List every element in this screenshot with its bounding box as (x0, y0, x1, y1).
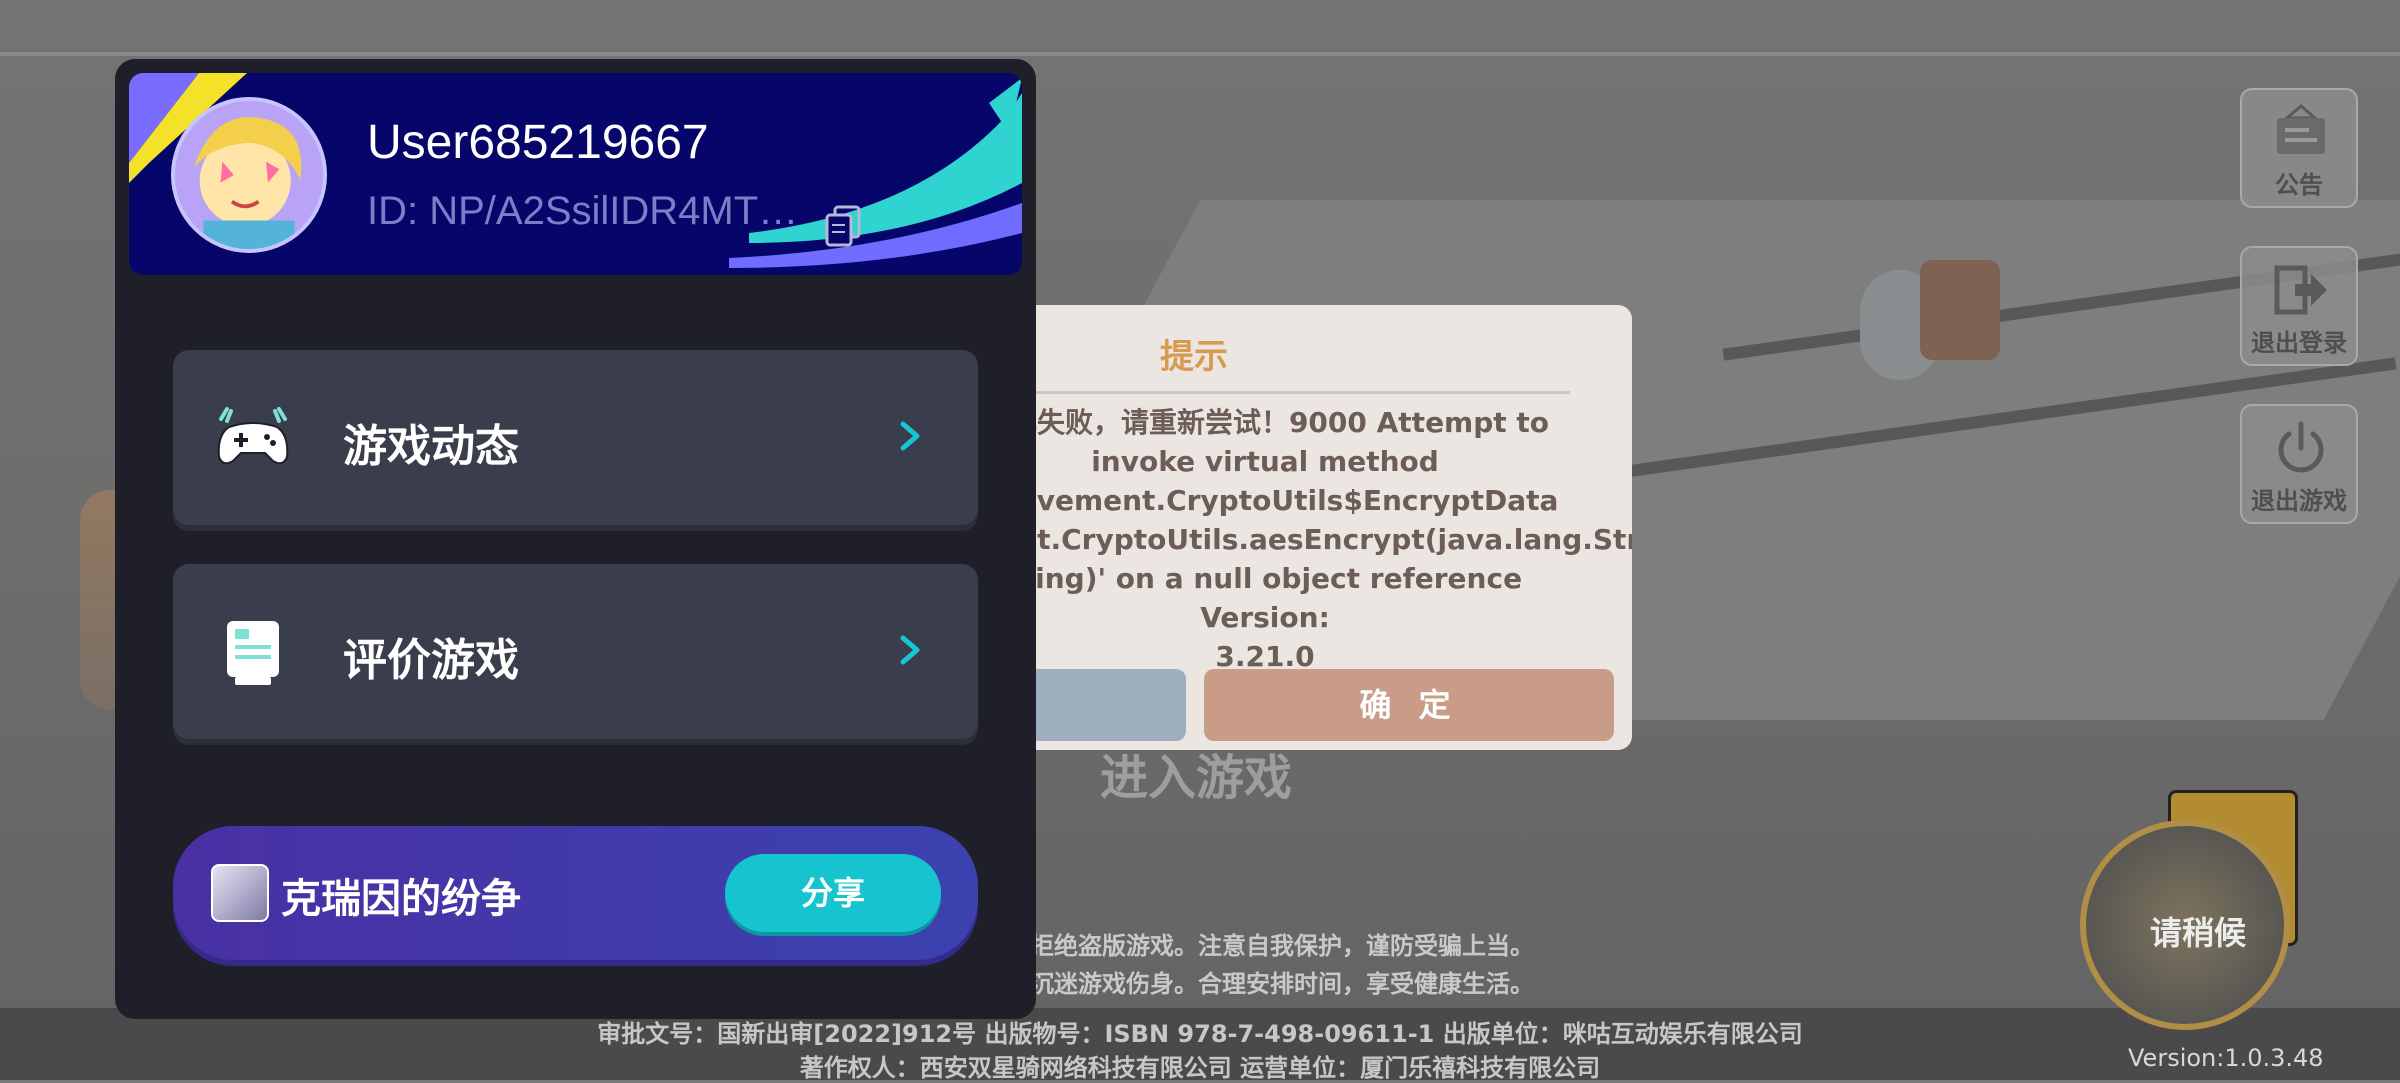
avatar[interactable] (171, 97, 327, 253)
profile-card: User685219667 ID: NP/A2SsilIDR4MT… (129, 73, 1022, 275)
dialog-divider (1020, 391, 1570, 394)
copyright-info: 著作权人：西安双星骑网络科技有限公司 运营单位：厦门乐禧科技有限公司 (799, 1054, 1601, 1082)
dialog-message-line: 始化失败，请重新尝试！9000 Attempt to (990, 406, 1550, 439)
avatar-image (175, 101, 323, 249)
chevron-right-icon (900, 421, 920, 451)
health-notice-line: 沉迷游戏伤身。合理安排时间，享受健康生活。 (1030, 970, 1534, 998)
error-dialog: 提示 始化失败，请重新尝试！9000 Attempt to invoke vir… (990, 305, 1632, 750)
dialog-message-line: chievement.CryptoUtils$EncryptData (990, 484, 1559, 517)
menu-item-label: 游戏动态 (343, 421, 519, 472)
menu-item-game-news[interactable]: 游戏动态 (173, 350, 978, 525)
approval-info: 审批文号：国新出审[2022]912号 出版物号：ISBN 978-7-498-… (597, 1020, 1803, 1048)
user-id: ID: NP/A2SsilIDR4MT… (367, 189, 799, 233)
review-icon (227, 621, 279, 685)
notice-board-icon (2277, 104, 2325, 154)
logout-button[interactable]: 退出登录 (2240, 246, 2358, 366)
dialog-message-line: tring)' on a null object reference Versi… (1007, 562, 1523, 634)
notice-button[interactable]: 公告 (2240, 88, 2358, 208)
share-button[interactable]: 分享 (725, 854, 941, 932)
current-game-bar: 克瑞因的纷争 分享 (173, 826, 978, 960)
power-icon (2278, 421, 2324, 473)
loading-indicator: 请稍候 (2070, 790, 2310, 1060)
exit-game-button[interactable]: 退出游戏 (2240, 404, 2358, 524)
game-icon (211, 864, 269, 922)
logout-button-label: 退出登录 (2251, 329, 2347, 357)
copy-icon[interactable] (823, 205, 863, 249)
health-notice-line: 拒绝盗版游戏。注意自我保护，谨防受骗上当。 (1030, 932, 1534, 960)
logout-icon (2274, 265, 2327, 315)
exit-game-button-label: 退出游戏 (2251, 487, 2347, 515)
dialog-message: 始化失败，请重新尝试！9000 Attempt to invoke virtua… (990, 403, 1632, 676)
dialog-ok-button[interactable]: 确 定 (1204, 669, 1614, 741)
version-text: Version:1.0.3.48 (2128, 1044, 2324, 1072)
menu-item-rate-game[interactable]: 评价游戏 (173, 564, 978, 739)
dialog-message-line: invoke virtual method (1091, 445, 1439, 478)
menu-item-label: 评价游戏 (343, 635, 519, 686)
dialog-title: 提示 (1160, 337, 1228, 377)
enter-game-text[interactable]: 进入游戏 (1100, 738, 1292, 808)
chevron-right-icon (900, 635, 920, 665)
game-name: 克瑞因的纷争 (281, 876, 521, 922)
username: User685219667 (367, 116, 709, 169)
user-menu-panel: User685219667 ID: NP/A2SsilIDR4MT… 游戏动态 (115, 59, 1036, 1019)
loading-text: 请稍候 (2150, 914, 2247, 952)
dialog-message-line: ement.CryptoUtils.aesEncrypt(java.lang.S… (990, 523, 1632, 556)
gamepad-icon (217, 407, 289, 465)
notice-button-label: 公告 (2275, 171, 2323, 199)
